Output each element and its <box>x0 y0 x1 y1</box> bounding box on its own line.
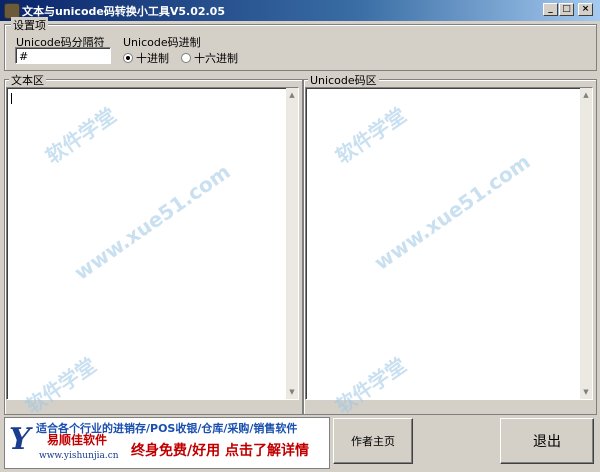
exit-label: 退出 <box>533 434 561 450</box>
radio-hex-label: 十六进制 <box>194 52 238 65</box>
scroll-up-icon[interactable]: ▲ <box>286 89 298 101</box>
settings-legend: 设置项 <box>11 17 48 33</box>
author-homepage-label: 作者主页 <box>351 435 395 448</box>
window-title: 文本与unicode码转换小工具V5.02.05 <box>22 5 225 18</box>
text-scrollbar[interactable]: ▲ ▼ <box>286 88 298 399</box>
radio-decimal-label: 十进制 <box>136 52 169 65</box>
text-caret <box>11 93 12 104</box>
unicode-area-legend: Unicode码区 <box>308 72 379 88</box>
title-bar: 文本与unicode码转换小工具V5.02.05 _ □ × <box>0 0 600 21</box>
separator-input[interactable]: # <box>15 47 111 64</box>
text-input-area[interactable]: ▲ ▼ <box>6 87 299 400</box>
minimize-icon[interactable]: _ <box>543 3 558 16</box>
scroll-down-icon[interactable]: ▼ <box>580 386 592 398</box>
scroll-up-icon[interactable]: ▲ <box>580 89 592 101</box>
unicode-input-area[interactable]: ▲ ▼ <box>305 87 593 400</box>
radio-hex-dot <box>181 53 191 63</box>
scroll-down-icon[interactable]: ▼ <box>286 386 298 398</box>
logo-letter: Y <box>9 422 31 457</box>
separator-value: # <box>19 50 29 63</box>
text-area-legend: 文本区 <box>9 72 46 88</box>
ad-banner[interactable]: Y 适合各个行业的进销存/POS收银/仓库/采购/销售软件 易顺佳软件 www.… <box>4 417 330 469</box>
logo-name: 易顺佳软件 <box>47 433 108 447</box>
radio-decimal-dot <box>123 53 133 63</box>
radix-label: Unicode码进制 <box>123 36 201 49</box>
logo-url: www.yishunjia.cn <box>39 451 119 461</box>
unicode-scrollbar[interactable]: ▲ ▼ <box>580 88 592 399</box>
maximize-icon[interactable]: □ <box>559 3 574 16</box>
close-icon[interactable]: × <box>578 3 593 16</box>
author-homepage-button[interactable]: 作者主页 <box>333 418 413 464</box>
exit-button[interactable]: 退出 <box>500 418 594 464</box>
radio-decimal[interactable]: 十进制 <box>123 50 169 66</box>
radio-hex[interactable]: 十六进制 <box>181 50 238 66</box>
banner-tagline: 终身免费/好用 点击了解详情 <box>131 443 309 459</box>
